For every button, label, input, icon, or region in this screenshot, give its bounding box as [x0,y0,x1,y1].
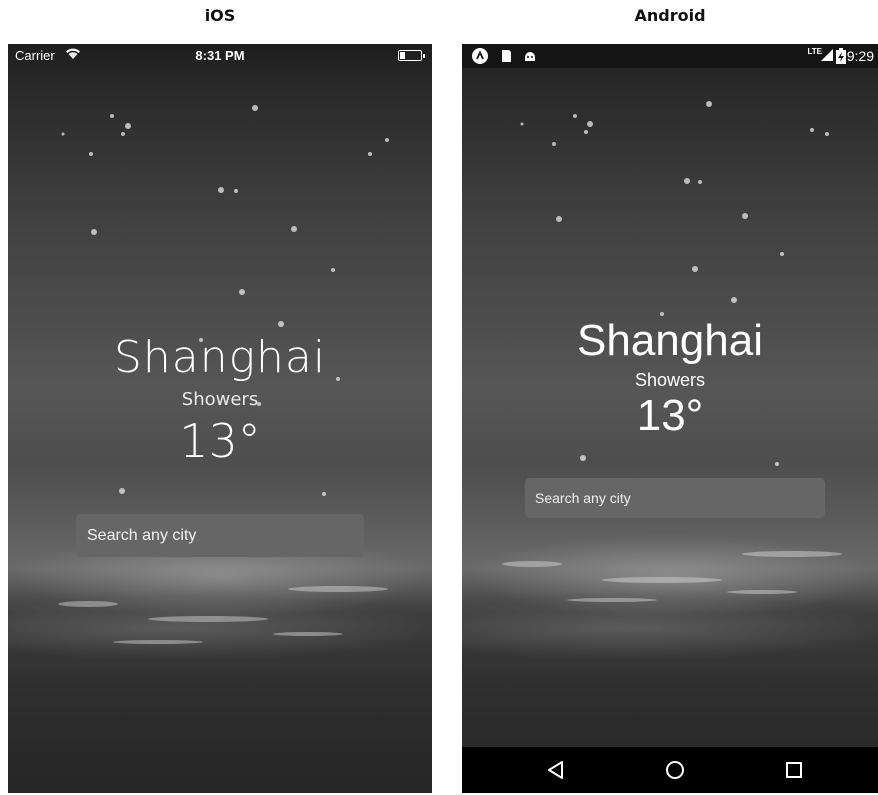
recents-icon[interactable] [783,759,805,781]
android-icon [522,48,538,64]
city-name: Shanghai [113,332,327,383]
temperature: 13° [179,414,261,468]
android-status-bar: LTE 9:29 [462,44,878,68]
android-label: Android [634,6,706,25]
app-a-icon [472,48,488,64]
back-icon[interactable] [545,759,567,781]
weather-info: Shanghai Showers 13° [8,332,432,468]
weather-condition: Showers [181,389,259,410]
android-screen: LTE 9:29 Shanghai Showers 13° [462,44,878,793]
status-time: 9:29 [846,48,874,64]
sd-card-icon [498,48,514,64]
android-nav-bar [462,747,878,793]
city-search-input[interactable] [76,514,364,557]
temperature: 13° [636,391,704,440]
home-icon[interactable] [664,759,686,781]
ios-label: iOS [204,6,236,25]
status-time: 8:31 PM [195,48,245,63]
ios-status-bar: Carrier 8:31 PM [8,44,432,66]
city-name: Shanghai [577,316,763,365]
ios-screen: Carrier 8:31 PM Shanghai Showers 13° [8,44,432,793]
battery-icon [398,50,425,61]
city-search-input[interactable] [525,478,825,518]
weather-condition: Showers [634,370,706,390]
weather-info: Shanghai Showers 13° [462,316,878,441]
signal-icon [820,48,836,64]
